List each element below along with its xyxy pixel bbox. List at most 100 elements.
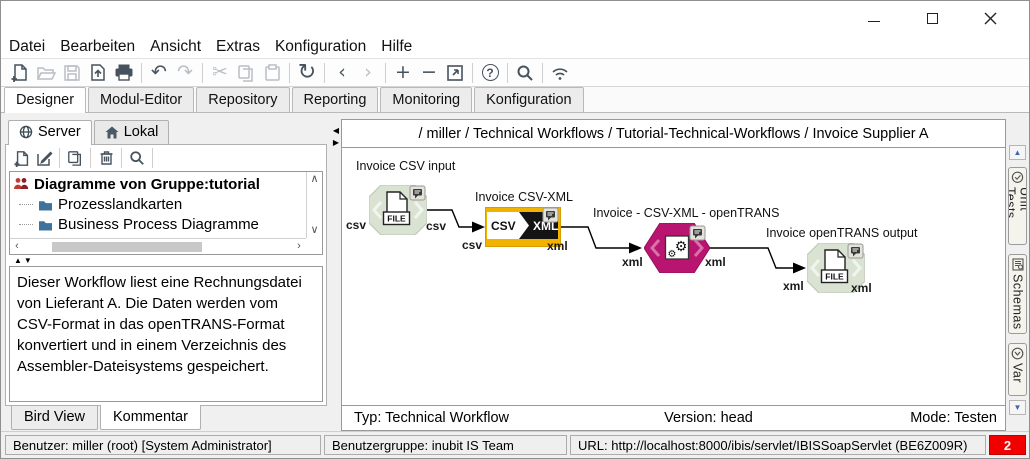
main-splitter[interactable]: ◀ ▶: [331, 113, 341, 431]
tab-designer[interactable]: Designer: [4, 87, 87, 114]
tree-edit-button[interactable]: [33, 147, 55, 169]
splitter-down-icon[interactable]: ▼: [24, 256, 32, 265]
refresh-button[interactable]: ↻: [294, 60, 320, 86]
tab-lokal[interactable]: Lokal: [93, 120, 170, 145]
workflow-canvas[interactable]: Invoice CSV input FILE csv csv Invoice C…: [341, 148, 1006, 406]
tab-label: Schemas: [1010, 274, 1025, 331]
tab-reporting[interactable]: Reporting: [291, 87, 379, 113]
title-bar: [1, 1, 1029, 36]
redo-button[interactable]: ↷: [172, 60, 198, 86]
svg-text:FILE: FILE: [387, 214, 406, 224]
tree-item-business-process[interactable]: Business Process Diagramme: [13, 214, 306, 234]
main-content: Server Lokal Diagramme von Gruppe:tutori…: [1, 113, 1029, 432]
tab-monitoring[interactable]: Monitoring: [380, 87, 473, 113]
tree-connector: [19, 223, 33, 225]
scrollbar-thumb[interactable]: [52, 241, 202, 252]
zoom-in-button[interactable]: +: [390, 60, 416, 86]
dock-scroll-up-button[interactable]: ▲: [1009, 145, 1026, 161]
fit-to-window-button[interactable]: [442, 60, 468, 86]
zoom-out-button[interactable]: −: [416, 60, 442, 86]
connection-button[interactable]: [547, 60, 573, 86]
scroll-right-icon[interactable]: ›: [292, 241, 306, 252]
message-count-badge[interactable]: 2: [989, 435, 1026, 456]
close-icon: [984, 12, 996, 25]
scroll-down-icon[interactable]: ∨: [308, 225, 322, 236]
zoom-out-icon: −: [421, 61, 437, 84]
tab-konfiguration[interactable]: Konfiguration: [474, 87, 584, 113]
svg-text:FILE: FILE: [825, 272, 844, 282]
cut-button[interactable]: ✂: [207, 60, 233, 86]
port-label: csv: [462, 238, 483, 253]
tab-variablen[interactable]: Var: [1008, 343, 1027, 397]
help-button[interactable]: ?: [477, 60, 503, 86]
copy-button[interactable]: [233, 60, 259, 86]
expand-right-icon[interactable]: ▶: [333, 139, 339, 147]
collapse-left-icon[interactable]: ◀: [333, 127, 339, 135]
copy-icon: [238, 64, 253, 82]
tree-copy-button[interactable]: [64, 147, 86, 169]
new-file-icon: [11, 64, 27, 83]
save-icon: [64, 64, 80, 81]
status-user: Benutzer: miller (root) [System Administ…: [5, 435, 321, 456]
menu-datei[interactable]: Datei: [9, 38, 45, 56]
node-xslt-converter[interactable]: ⚙ ⚙: [644, 223, 710, 274]
dock-scroll-down-button[interactable]: ▼: [1009, 400, 1026, 416]
app-window: Datei Bearbeiten Ansicht Extras Konfigur…: [0, 0, 1030, 459]
search-icon: [130, 151, 144, 166]
variables-icon: [1011, 348, 1024, 360]
gears-icon: ⚙ ⚙: [664, 235, 690, 260]
paste-button[interactable]: [259, 60, 285, 86]
maximize-button[interactable]: [903, 3, 961, 33]
tab-label: Unit Tests: [1008, 186, 1027, 219]
tree-horizontal-scrollbar[interactable]: ‹ ›: [10, 238, 306, 255]
tab-repository[interactable]: Repository: [196, 87, 290, 113]
print-button[interactable]: [111, 60, 137, 86]
tab-modul-editor[interactable]: Modul-Editor: [88, 87, 195, 113]
search-button[interactable]: [512, 60, 538, 86]
tab-bird-view[interactable]: Bird View: [11, 406, 98, 431]
workflow-comment[interactable]: Dieser Workflow liest eine Rechnungsdate…: [9, 266, 323, 403]
status-bar: Benutzer: miller (root) [System Administ…: [1, 431, 1029, 458]
tree-root-group[interactable]: Diagramme von Gruppe:tutorial: [13, 174, 306, 194]
port-label: csv: [346, 218, 367, 233]
tree-new-button[interactable]: [11, 147, 33, 169]
scroll-left-icon[interactable]: ‹: [10, 241, 24, 252]
node-file-input[interactable]: FILE: [369, 185, 427, 236]
refresh-icon: ↻: [297, 59, 317, 85]
undo-button[interactable]: ↶: [146, 60, 172, 86]
menu-bearbeiten[interactable]: Bearbeiten: [60, 38, 135, 56]
minimize-button[interactable]: [845, 3, 903, 33]
file-icon: FILE: [382, 191, 411, 226]
node-label: Invoice - CSV-XML - openTRANS: [593, 206, 780, 221]
forward-button[interactable]: ›: [355, 60, 381, 86]
new-diagram-button[interactable]: [7, 60, 33, 86]
workflow-mode: Mode: Testen: [910, 410, 997, 427]
back-button[interactable]: ‹: [329, 60, 355, 86]
tab-kommentar[interactable]: Kommentar: [99, 405, 201, 431]
panel-splitter[interactable]: ▲ ▼: [6, 255, 326, 266]
menu-konfiguration[interactable]: Konfiguration: [275, 38, 366, 56]
open-button[interactable]: [33, 60, 59, 86]
help-icon: ?: [481, 64, 499, 82]
splitter-up-icon[interactable]: ▲: [14, 256, 22, 265]
menu-extras[interactable]: Extras: [216, 38, 260, 56]
tree-delete-button[interactable]: [95, 147, 117, 169]
tree-search-button[interactable]: [126, 147, 148, 169]
tab-server[interactable]: Server: [8, 120, 92, 146]
tab-schemas[interactable]: Schemas: [1008, 254, 1027, 335]
close-button[interactable]: [961, 3, 1019, 33]
group-icon: [14, 178, 29, 190]
scroll-up-icon[interactable]: ∧: [308, 174, 322, 185]
tab-unit-tests[interactable]: Unit Tests: [1008, 167, 1027, 246]
folder-icon: [39, 221, 52, 231]
tree-vertical-scrollbar[interactable]: ∧ ∨: [306, 172, 322, 239]
menu-ansicht[interactable]: Ansicht: [150, 38, 201, 56]
scroll-up-icon: ▲: [1013, 147, 1022, 157]
scroll-down-icon: ▼: [1013, 402, 1022, 412]
svg-text:⚙: ⚙: [675, 239, 688, 255]
node-label: Invoice CSV-XML: [475, 190, 573, 205]
save-button[interactable]: [59, 60, 85, 86]
import-button[interactable]: [85, 60, 111, 86]
tree-item-prozesslandkarten[interactable]: Prozesslandkarten: [13, 194, 306, 214]
menu-hilfe[interactable]: Hilfe: [381, 38, 412, 56]
